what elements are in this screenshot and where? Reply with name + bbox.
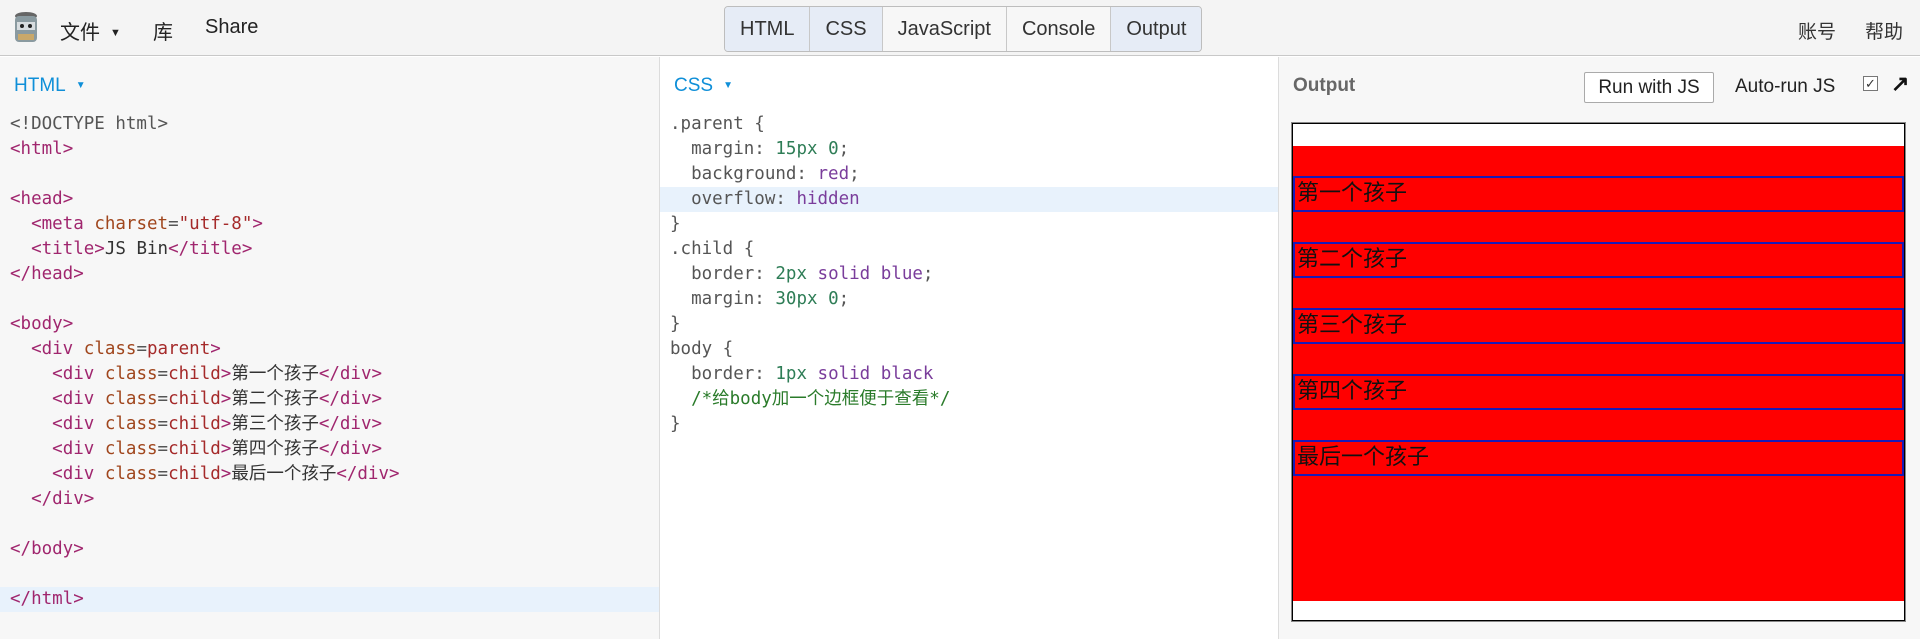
- code-line[interactable]: overflow: hidden: [660, 187, 1278, 212]
- code-line[interactable]: <div class=child>第三个孩子</div>: [0, 412, 659, 437]
- code-line[interactable]: <div class=child>第二个孩子</div>: [0, 387, 659, 412]
- code-line[interactable]: <div class=child>第一个孩子</div>: [0, 362, 659, 387]
- tab-html[interactable]: HTML: [725, 7, 811, 51]
- output-child: 第一个孩子: [1293, 176, 1904, 212]
- popout-arrow-icon[interactable]: ↗: [1891, 71, 1909, 97]
- tab-css[interactable]: CSS: [810, 7, 883, 51]
- code-line[interactable]: <html>: [0, 137, 659, 162]
- code-line[interactable]: <div class=child>最后一个孩子</div>: [0, 462, 659, 487]
- code-line[interactable]: <title>JS Bin</title>: [0, 237, 659, 262]
- code-line[interactable]: [0, 562, 659, 587]
- run-with-js-button[interactable]: Run with JS: [1584, 72, 1714, 103]
- code-line[interactable]: <head>: [0, 187, 659, 212]
- code-line[interactable]: </body>: [0, 537, 659, 562]
- chevron-down-icon: ▼: [723, 80, 733, 91]
- code-line[interactable]: <body>: [0, 312, 659, 337]
- code-line[interactable]: body {: [660, 337, 1278, 362]
- jsbin-logo-icon[interactable]: [12, 10, 40, 46]
- output-body: 第一个孩子 第二个孩子 第三个孩子 第四个孩子 最后一个孩子: [1292, 123, 1905, 621]
- code-line[interactable]: }: [660, 312, 1278, 337]
- code-line[interactable]: background: red;: [660, 162, 1278, 187]
- file-menu[interactable]: 文件 ▼: [60, 16, 121, 45]
- output-child: 最后一个孩子: [1293, 440, 1904, 476]
- code-line[interactable]: margin: 30px 0;: [660, 287, 1278, 312]
- file-menu-label: 文件: [60, 22, 100, 44]
- account-link[interactable]: 账号: [1798, 17, 1836, 44]
- share-menu[interactable]: Share: [205, 16, 258, 39]
- html-panel: HTML ▼ <!DOCTYPE html> <html> <head> <meta…: [0, 57, 660, 639]
- code-line[interactable]: /*给body加一个边框便于查看*/: [660, 387, 1278, 412]
- output-child: 第二个孩子: [1293, 242, 1904, 278]
- css-panel-title: CSS: [674, 75, 714, 96]
- code-line[interactable]: </head>: [0, 262, 659, 287]
- css-panel-label[interactable]: CSS ▼: [674, 75, 733, 97]
- top-bar: 文件 ▼ 库 Share HTML CSS JavaScript Console …: [0, 0, 1920, 56]
- code-line[interactable]: border: 2px solid blue;: [660, 262, 1278, 287]
- output-frame: 第一个孩子 第二个孩子 第三个孩子 第四个孩子 最后一个孩子: [1291, 122, 1906, 622]
- library-menu[interactable]: 库: [153, 16, 173, 45]
- chevron-down-icon: ▼: [75, 80, 86, 91]
- html-panel-label[interactable]: HTML ▼: [14, 75, 86, 97]
- output-child: 第四个孩子: [1293, 374, 1904, 410]
- autorun-checkbox[interactable]: ✓: [1863, 76, 1878, 91]
- code-line[interactable]: [0, 162, 659, 187]
- code-line[interactable]: <!DOCTYPE html>: [0, 112, 659, 137]
- tab-console[interactable]: Console: [1007, 7, 1112, 51]
- code-line[interactable]: [0, 512, 659, 537]
- output-parent-div: 第一个孩子 第二个孩子 第三个孩子 第四个孩子 最后一个孩子: [1293, 146, 1904, 601]
- code-line[interactable]: }: [660, 212, 1278, 237]
- css-code-editor[interactable]: .parent { margin: 15px 0; background: re…: [660, 112, 1278, 437]
- output-child: 第三个孩子: [1293, 308, 1904, 344]
- html-panel-title: HTML: [14, 75, 66, 96]
- code-line[interactable]: </div>: [0, 487, 659, 512]
- output-panel: Output Run with JS Auto-run JS ✓ ↗ 第一个孩子…: [1279, 57, 1920, 639]
- autorun-label: Auto-run JS: [1735, 76, 1836, 97]
- code-line[interactable]: <meta charset="utf-8">: [0, 212, 659, 237]
- code-line[interactable]: <div class=child>第四个孩子</div>: [0, 437, 659, 462]
- code-line[interactable]: <div class=parent>: [0, 337, 659, 362]
- tab-javascript[interactable]: JavaScript: [883, 7, 1007, 51]
- chevron-down-icon: ▼: [110, 27, 121, 39]
- code-line[interactable]: [0, 287, 659, 312]
- code-line[interactable]: }: [660, 412, 1278, 437]
- help-link[interactable]: 帮助: [1865, 17, 1903, 44]
- code-line[interactable]: margin: 15px 0;: [660, 137, 1278, 162]
- code-line[interactable]: .child {: [660, 237, 1278, 262]
- code-line[interactable]: </html>: [0, 587, 659, 612]
- output-panel-title: Output: [1293, 75, 1356, 96]
- panel-tabs: HTML CSS JavaScript Console Output: [724, 6, 1203, 52]
- html-code-editor[interactable]: <!DOCTYPE html> <html> <head> <meta chars…: [0, 112, 659, 612]
- code-line[interactable]: border: 1px solid black: [660, 362, 1278, 387]
- css-panel: CSS ▼ .parent { margin: 15px 0; backgroun…: [660, 57, 1279, 639]
- code-line[interactable]: .parent {: [660, 112, 1278, 137]
- tab-output[interactable]: Output: [1111, 7, 1202, 51]
